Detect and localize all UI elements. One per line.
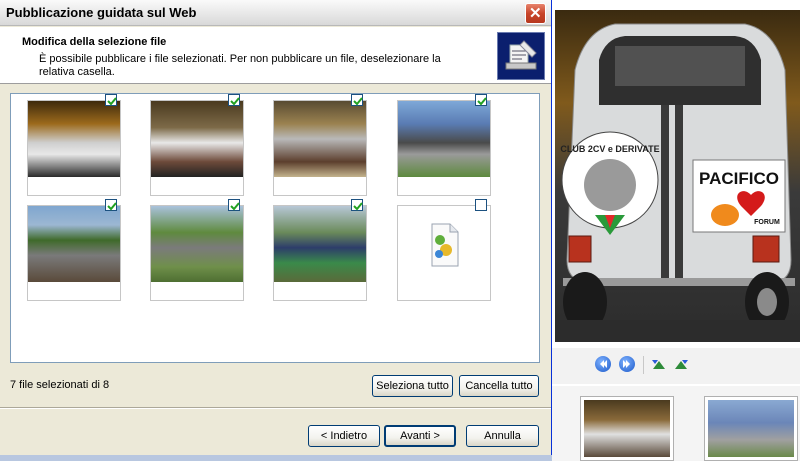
window-title: Pubblicazione guidata sul Web (6, 5, 197, 20)
file-item-7[interactable] (273, 199, 367, 301)
file-item-8[interactable] (397, 199, 491, 301)
file-checkbox[interactable] (105, 199, 117, 211)
title-bar[interactable]: Pubblicazione guidata sul Web ✕ (0, 0, 551, 26)
back-button[interactable]: < Indietro (308, 425, 380, 447)
sticker-club-text: CLUB 2CV e DERIVATE (560, 144, 659, 154)
filmstrip-thumbnail[interactable] (580, 396, 674, 461)
select-all-button[interactable]: Seleziona tutto (372, 375, 453, 397)
filmstrip (549, 386, 800, 461)
file-checkbox[interactable] (228, 94, 240, 106)
filmstrip-thumbnail[interactable] (704, 396, 798, 461)
page-title: Modifica della selezione file (22, 36, 167, 48)
file-selection-list[interactable] (10, 93, 540, 363)
sticker-brand-text: PACIFICO (699, 169, 779, 188)
race-track-photo-thumbnail (28, 206, 120, 282)
previous-image-icon[interactable] (595, 356, 611, 372)
generic-file-icon (431, 223, 459, 267)
file-item-3[interactable] (273, 94, 367, 196)
file-item-4[interactable] (397, 94, 491, 196)
car-photo-thumbnail (28, 101, 120, 177)
file-item-6[interactable] (150, 199, 244, 301)
cancel-button[interactable]: Annulla (466, 425, 539, 447)
file-checkbox[interactable] (105, 94, 117, 106)
next-button[interactable]: Avanti > (384, 425, 456, 447)
race-track-photo-thumbnail (274, 206, 366, 282)
race-track-photo-thumbnail (398, 101, 490, 177)
file-checkbox[interactable] (475, 199, 487, 211)
web-publishing-icon (497, 32, 545, 80)
wizard-header: Modifica della selezione file È possibil… (0, 27, 551, 84)
sticker-forum-text: FORUM (754, 219, 780, 226)
race-track-photo-thumbnail (151, 206, 243, 282)
file-checkbox[interactable] (351, 94, 363, 106)
rotate-right-icon[interactable] (673, 358, 689, 370)
file-checkbox[interactable] (475, 94, 487, 106)
close-button[interactable]: ✕ (525, 3, 546, 24)
toolbar-separator (643, 356, 644, 374)
image-viewer-window: CLUB 2CV e DERIVATE PACIFICO FORUM (548, 0, 800, 461)
web-publishing-wizard: Pubblicazione guidata sul Web ✕ Modifica… (0, 0, 552, 461)
generic-file-thumbnail (398, 206, 490, 282)
file-checkbox[interactable] (351, 199, 363, 211)
file-checkbox[interactable] (228, 199, 240, 211)
selection-status: 7 file selezionati di 8 (10, 379, 110, 391)
next-image-icon[interactable] (619, 356, 635, 372)
clear-all-button[interactable]: Cancella tutto (459, 375, 539, 397)
footer-divider (0, 407, 551, 409)
image-preview: CLUB 2CV e DERIVATE PACIFICO FORUM (555, 10, 800, 342)
file-item-2[interactable] (150, 94, 244, 196)
car-rear-image: CLUB 2CV e DERIVATE PACIFICO FORUM (555, 23, 800, 342)
close-icon: ✕ (529, 5, 542, 22)
file-item-5[interactable] (27, 199, 121, 301)
file-item-1[interactable] (27, 94, 121, 196)
taskbar-edge (0, 455, 552, 461)
rotate-left-icon[interactable] (651, 358, 667, 370)
viewer-toolbar (549, 348, 800, 384)
car-photo-thumbnail (274, 101, 366, 177)
car-photo-thumbnail (151, 101, 243, 177)
page-description: È possibile pubblicare i file selezionat… (39, 53, 441, 78)
